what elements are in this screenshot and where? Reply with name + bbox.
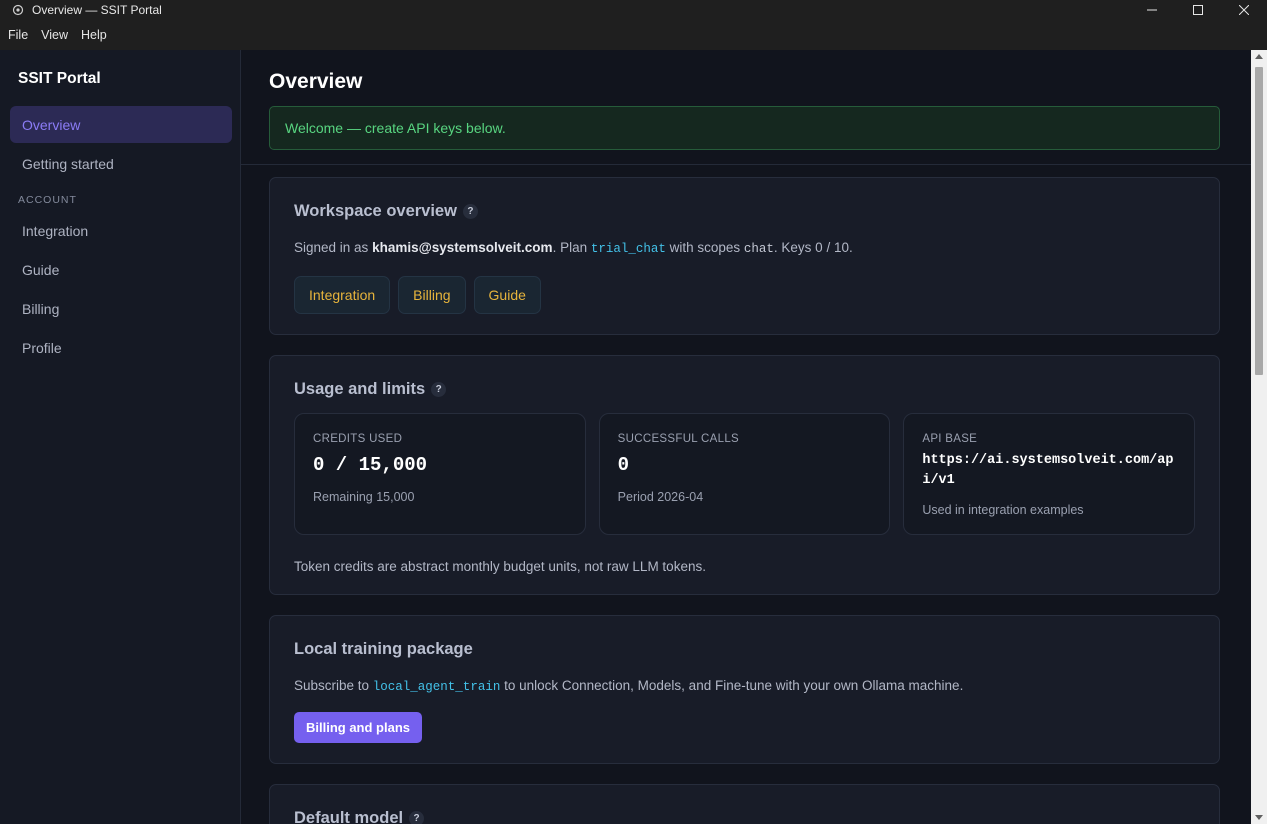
sidebar-item-profile[interactable]: Profile: [10, 329, 232, 366]
sidebar-section-account: ACCOUNT: [18, 194, 77, 206]
workspace-overview-card: Workspace overview ? Signed in as khamis…: [269, 177, 1220, 335]
workspace-overview-title: Workspace overview: [294, 202, 457, 220]
menu-file[interactable]: File: [8, 28, 28, 42]
menu-bar: File View Help: [0, 20, 1267, 50]
maximize-button[interactable]: [1175, 0, 1221, 20]
close-button[interactable]: [1221, 0, 1267, 20]
help-icon[interactable]: ?: [409, 811, 425, 824]
help-icon[interactable]: ?: [462, 204, 478, 219]
brand-title: SSIT Portal: [18, 70, 101, 87]
page-header: Overview Welcome — create API keys below…: [241, 50, 1267, 165]
sidebar: SSIT Portal Overview Getting started ACC…: [0, 50, 241, 824]
stat-credits-used: CREDITS USED 0 / 15,000 Remaining 15,000: [294, 413, 586, 535]
window-title: Overview — SSIT Portal: [32, 3, 162, 17]
local-training-card: Local training package Subscribe to loca…: [269, 615, 1220, 764]
welcome-alert: Welcome — create API keys below.: [269, 106, 1220, 150]
menu-help[interactable]: Help: [81, 28, 107, 42]
package-code: local_agent_train: [372, 680, 501, 694]
stat-successful-calls: SUCCESSFUL CALLS 0 Period 2026-04: [598, 413, 891, 535]
user-email: khamis@systemsolveit.com: [372, 240, 553, 255]
sidebar-item-guide[interactable]: Guide: [10, 251, 232, 288]
plan-code: trial_chat: [590, 242, 666, 256]
signed-in-text: Signed in as khamis@systemsolveit.com. P…: [294, 240, 853, 256]
sidebar-item-billing[interactable]: Billing: [10, 290, 232, 327]
stat-api-base: API BASE https://ai.systemsolveit.com/ap…: [903, 413, 1196, 535]
scroll-down-icon[interactable]: [1255, 815, 1263, 820]
scope-code: chat: [743, 242, 774, 256]
billing-and-plans-button[interactable]: Billing and plans: [294, 712, 423, 743]
billing-button[interactable]: Billing: [398, 276, 466, 314]
usage-limits-card: Usage and limits ? CREDITS USED 0 / 15,0…: [269, 355, 1220, 595]
stat-sub: Used in integration examples: [922, 503, 1084, 517]
page-title: Overview: [269, 70, 363, 93]
sidebar-item-overview[interactable]: Overview: [10, 106, 232, 143]
usage-limits-title: Usage and limits: [294, 380, 426, 398]
scroll-up-icon[interactable]: [1255, 54, 1263, 59]
stat-label: SUCCESSFUL CALLS: [617, 433, 739, 445]
help-icon[interactable]: ?: [431, 382, 447, 397]
stat-value: 0 / 15,000: [313, 454, 428, 476]
stat-sub: Period 2026-04: [617, 490, 704, 504]
sidebar-item-getting-started[interactable]: Getting started: [10, 145, 232, 182]
stat-label: CREDITS USED: [313, 433, 403, 445]
default-model-title: Default model: [294, 809, 404, 824]
scrollbar-thumb[interactable]: [1255, 67, 1263, 375]
local-training-title: Local training package: [294, 640, 473, 658]
credits-note: Token credits are abstract monthly budge…: [294, 559, 706, 574]
app-icon: [11, 3, 25, 17]
integration-button[interactable]: Integration: [294, 276, 391, 314]
minimize-button[interactable]: [1129, 0, 1175, 20]
menu-view[interactable]: View: [41, 28, 68, 42]
api-base-url: https://ai.systemsolveit.com/api/v1: [922, 453, 1174, 488]
window-titlebar: Overview — SSIT Portal: [0, 0, 1267, 20]
default-model-card: Default model ?: [269, 784, 1220, 824]
main-content: Overview Welcome — create API keys below…: [241, 50, 1267, 824]
guide-button[interactable]: Guide: [473, 276, 541, 314]
stat-value: 0: [617, 454, 630, 476]
stat-sub: Remaining 15,000: [313, 490, 415, 504]
sidebar-item-integration[interactable]: Integration: [10, 212, 232, 249]
local-training-text: Subscribe to local_agent_train to unlock…: [294, 678, 964, 694]
stat-label: API BASE: [922, 433, 978, 445]
vertical-scrollbar[interactable]: [1251, 50, 1267, 824]
